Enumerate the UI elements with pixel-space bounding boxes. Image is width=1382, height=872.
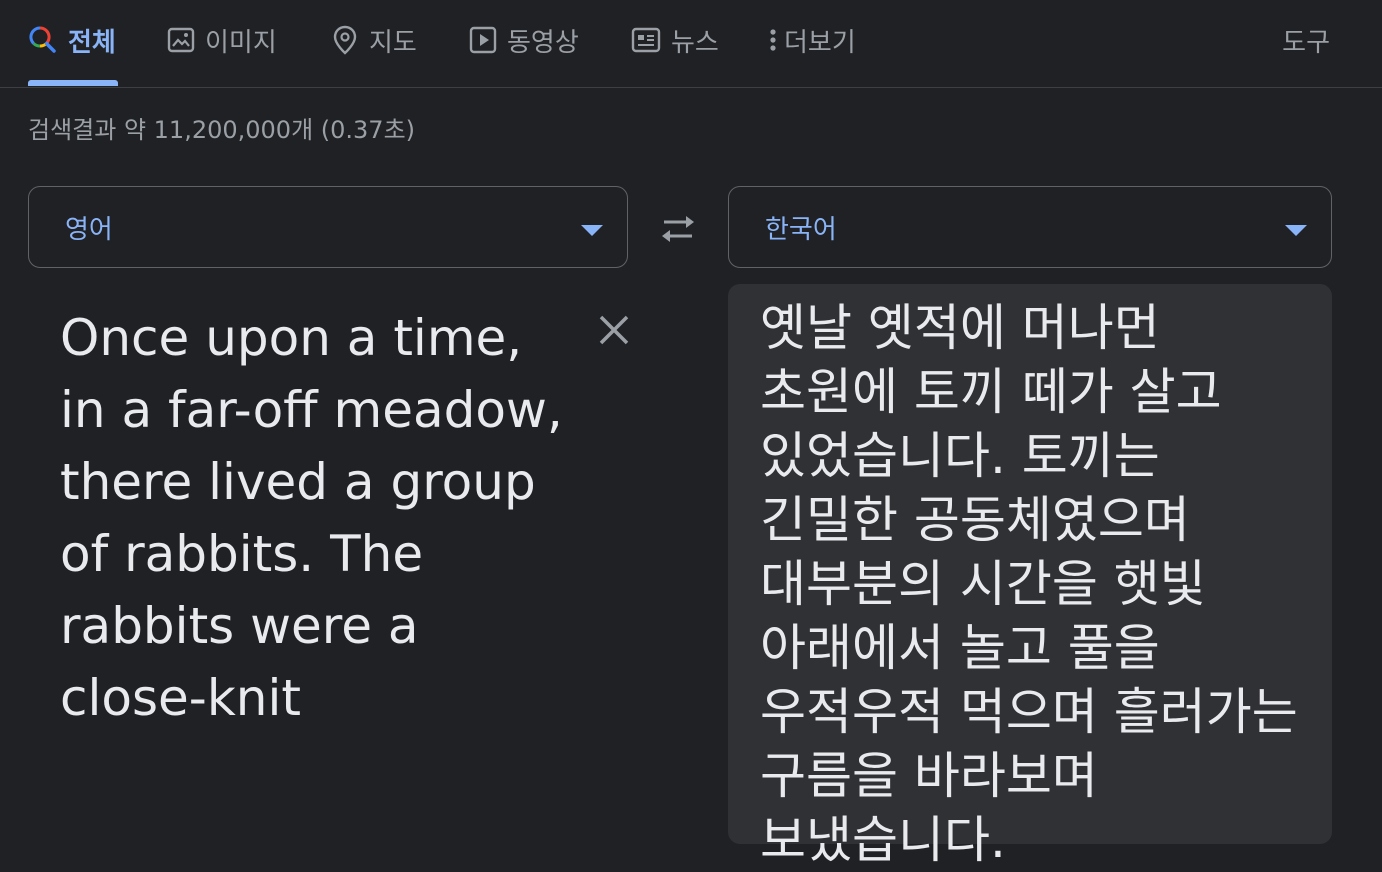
dropdown-arrow-icon bbox=[1285, 225, 1307, 236]
tab-images[interactable]: 이미지 bbox=[167, 20, 277, 60]
tab-label: 이미지 bbox=[205, 27, 277, 58]
search-tabs-bar: 전체 이미지 지도 동영상 뉴스 더보기 도구 bbox=[0, 0, 1382, 88]
close-icon bbox=[599, 315, 629, 345]
clear-text-button[interactable] bbox=[594, 310, 634, 350]
results-stats: 검색결과 약 11,200,000개 (0.37초) bbox=[28, 116, 416, 144]
swap-arrows-icon bbox=[662, 216, 694, 242]
search-icon bbox=[28, 25, 58, 55]
source-language-label: 영어 bbox=[65, 215, 113, 245]
active-tab-indicator bbox=[28, 80, 118, 86]
source-language-select[interactable]: 영어 bbox=[28, 186, 628, 268]
tab-news[interactable]: 뉴스 bbox=[631, 20, 719, 60]
tab-all[interactable]: 전체 bbox=[28, 20, 116, 60]
tab-label: 전체 bbox=[68, 27, 116, 58]
tab-label: 더보기 bbox=[784, 27, 856, 58]
tab-label: 뉴스 bbox=[671, 27, 719, 58]
map-pin-icon bbox=[331, 25, 359, 55]
more-vert-icon bbox=[768, 26, 778, 54]
image-icon bbox=[167, 26, 195, 54]
news-icon bbox=[631, 27, 661, 53]
swap-languages-button[interactable] bbox=[656, 208, 700, 248]
target-language-select[interactable]: 한국어 bbox=[728, 186, 1332, 268]
target-language-label: 한국어 bbox=[765, 215, 837, 245]
tools-button[interactable]: 도구 bbox=[1282, 20, 1330, 60]
tab-maps[interactable]: 지도 bbox=[331, 20, 417, 60]
source-text-input[interactable]: Once upon a time, in a far-off meadow, t… bbox=[60, 302, 580, 734]
translation-output-panel: 옛날 옛적에 머나먼 초원에 토끼 떼가 살고 있었습니다. 토끼는 긴밀한 공… bbox=[728, 284, 1332, 869]
tab-label: 동영상 bbox=[507, 27, 579, 58]
tab-label: 지도 bbox=[369, 27, 417, 58]
translated-text: 옛날 옛적에 머나먼 초원에 토끼 떼가 살고 있었습니다. 토끼는 긴밀한 공… bbox=[760, 299, 1298, 869]
dropdown-arrow-icon bbox=[581, 225, 603, 236]
video-play-icon bbox=[469, 26, 497, 54]
tab-more[interactable]: 더보기 bbox=[768, 20, 856, 60]
tab-videos[interactable]: 동영상 bbox=[469, 20, 579, 60]
